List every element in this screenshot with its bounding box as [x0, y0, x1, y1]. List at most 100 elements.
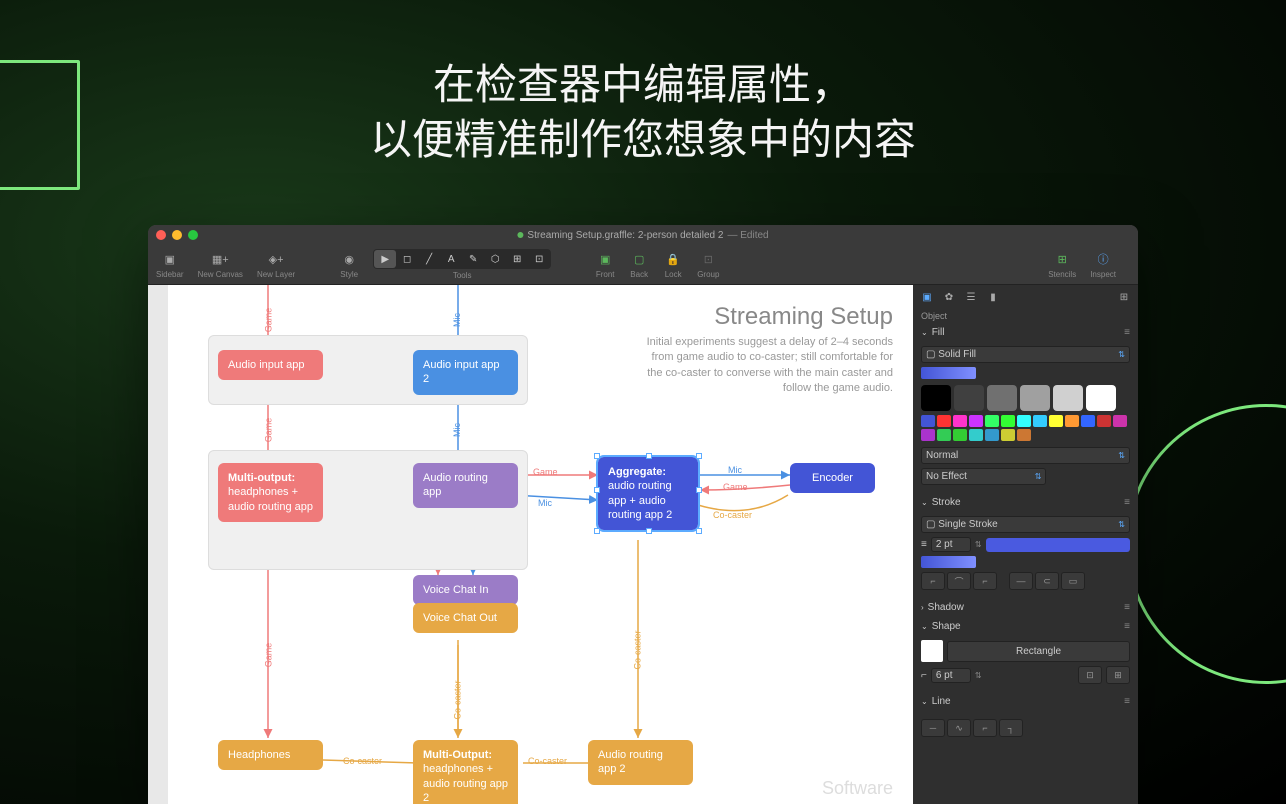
shape-type-select[interactable]: Rectangle [947, 641, 1130, 662]
line-type-4[interactable]: ┐ [999, 719, 1023, 737]
inspect-icon[interactable]: ⓘ [1093, 250, 1113, 268]
color-swatch[interactable] [953, 429, 967, 441]
line-type-3[interactable]: ⌐ [973, 719, 997, 737]
close-button[interactable] [156, 230, 166, 240]
color-swatch[interactable] [1017, 429, 1031, 441]
style-icon[interactable]: ◉ [339, 250, 359, 268]
color-swatch[interactable] [921, 415, 935, 427]
inspector-tab-layout[interactable]: ☰ [963, 289, 979, 305]
menu-icon[interactable]: ≡ [1124, 621, 1130, 632]
node-audio-routing2[interactable]: Audio routing app 2 [588, 740, 693, 785]
canvas-page[interactable]: Streaming Setup Initial experiments sugg… [168, 285, 913, 804]
color-swatch[interactable] [1113, 415, 1127, 427]
color-swatch[interactable] [1053, 385, 1083, 411]
line-type-2[interactable]: ∿ [947, 719, 971, 737]
menu-icon[interactable]: ≡ [1124, 497, 1130, 508]
color-swatch[interactable] [1001, 429, 1015, 441]
color-swatch[interactable] [985, 429, 999, 441]
node-headphones[interactable]: Headphones [218, 740, 323, 770]
color-swatch[interactable] [954, 385, 984, 411]
edge-label: Mic [452, 423, 462, 437]
pen-tool[interactable]: ✎ [462, 250, 484, 268]
inspector-tab-document[interactable]: ▮ [985, 289, 1001, 305]
node-aggregate[interactable]: Aggregate:audio routing app + audio rout… [598, 457, 698, 530]
shape-option-2[interactable]: ⊞ [1106, 666, 1130, 684]
fill-header[interactable]: ⌄Fill≡ [913, 323, 1138, 342]
titlebar[interactable]: Streaming Setup.graffle: 2-person detail… [148, 225, 1138, 245]
color-swatch[interactable] [969, 429, 983, 441]
stroke-header[interactable]: ⌄Stroke≡ [913, 493, 1138, 512]
new-canvas-icon[interactable]: ▦+ [210, 250, 230, 268]
color-swatch[interactable] [987, 385, 1017, 411]
menu-icon[interactable]: ≡ [1124, 696, 1130, 707]
back-icon[interactable]: ▢ [629, 250, 649, 268]
grid-tool[interactable]: ⊞ [506, 250, 528, 268]
color-swatch[interactable] [921, 385, 951, 411]
color-swatch[interactable] [985, 415, 999, 427]
new-layer-icon[interactable]: ◈+ [266, 250, 286, 268]
stencils-icon[interactable]: ⊞ [1052, 250, 1072, 268]
cap-style-2[interactable]: ⊂ [1035, 572, 1059, 590]
shape-tool[interactable]: ◻ [396, 250, 418, 268]
lock-icon[interactable]: 🔒 [663, 250, 683, 268]
front-icon[interactable]: ▣ [595, 250, 615, 268]
color-swatch[interactable] [1020, 385, 1050, 411]
inspector-tab-grid[interactable]: ⊞ [1116, 289, 1132, 305]
fill-color-slider[interactable] [921, 367, 976, 379]
stamp-tool[interactable]: ⊡ [528, 250, 550, 268]
effect-select[interactable]: No Effect⇅ [921, 468, 1046, 485]
inspector-tab-object[interactable]: ▣ [919, 289, 935, 305]
color-swatch[interactable] [1017, 415, 1031, 427]
color-swatch[interactable] [1033, 415, 1047, 427]
corner-style-3[interactable]: ⌐ [973, 572, 997, 590]
color-swatch[interactable] [969, 415, 983, 427]
diagram-tool[interactable]: ⬡ [484, 250, 506, 268]
color-swatch[interactable] [1001, 415, 1015, 427]
node-encoder[interactable]: Encoder [790, 463, 875, 493]
group-icon[interactable]: ⊡ [698, 250, 718, 268]
color-swatch[interactable] [1086, 385, 1116, 411]
blend-mode-select[interactable]: Normal⇅ [921, 447, 1130, 464]
node-audio-routing[interactable]: Audio routing app [413, 463, 518, 508]
color-swatch[interactable] [953, 415, 967, 427]
line-header[interactable]: ⌄Line≡ [913, 692, 1138, 711]
stroke-width-input[interactable] [931, 537, 971, 552]
stroke-color-slider[interactable] [921, 556, 976, 568]
shadow-header[interactable]: ›Shadow≡ [913, 598, 1138, 617]
shape-option-1[interactable]: ⊡ [1078, 666, 1102, 684]
menu-icon[interactable]: ≡ [1124, 327, 1130, 338]
node-multi-output[interactable]: Multi-output:headphones + audio routing … [218, 463, 323, 522]
corner-style-1[interactable]: ⌐ [921, 572, 945, 590]
node-audio-input[interactable]: Audio input app [218, 350, 323, 380]
color-swatch[interactable] [1065, 415, 1079, 427]
diagram-description: Initial experiments suggest a delay of 2… [643, 335, 893, 397]
fill-type-select[interactable]: ▢ Solid Fill⇅ [921, 346, 1130, 363]
line-type-1[interactable]: ─ [921, 719, 945, 737]
color-swatch[interactable] [1049, 415, 1063, 427]
color-swatch[interactable] [921, 429, 935, 441]
node-audio-input2[interactable]: Audio input app 2 [413, 350, 518, 395]
shape-header[interactable]: ⌄Shape≡ [913, 617, 1138, 636]
cap-style-1[interactable]: — [1009, 572, 1033, 590]
inspector-tab-settings[interactable]: ✿ [941, 289, 957, 305]
node-multi-output2[interactable]: Multi-Output:headphones + audio routing … [413, 740, 518, 804]
line-tool[interactable]: ╱ [418, 250, 440, 268]
stroke-pattern[interactable] [986, 538, 1130, 552]
stroke-type-select[interactable]: ▢ Single Stroke⇅ [921, 516, 1130, 533]
text-tool[interactable]: A [440, 250, 462, 268]
cap-style-3[interactable]: ▭ [1061, 572, 1085, 590]
corner-radius-input[interactable] [931, 668, 971, 683]
color-swatch[interactable] [937, 429, 951, 441]
node-voice-chat-out[interactable]: Voice Chat Out [413, 603, 518, 633]
canvas[interactable]: Streaming Setup Initial experiments sugg… [148, 285, 913, 804]
maximize-button[interactable] [188, 230, 198, 240]
node-voice-chat-in[interactable]: Voice Chat In [413, 575, 518, 605]
color-swatch[interactable] [1097, 415, 1111, 427]
minimize-button[interactable] [172, 230, 182, 240]
menu-icon[interactable]: ≡ [1124, 602, 1130, 613]
corner-style-2[interactable]: ⌒ [947, 572, 971, 590]
color-swatch[interactable] [1081, 415, 1095, 427]
color-swatch[interactable] [937, 415, 951, 427]
sidebar-toggle-icon[interactable]: ▣ [160, 250, 180, 268]
select-tool[interactable]: ▶ [374, 250, 396, 268]
